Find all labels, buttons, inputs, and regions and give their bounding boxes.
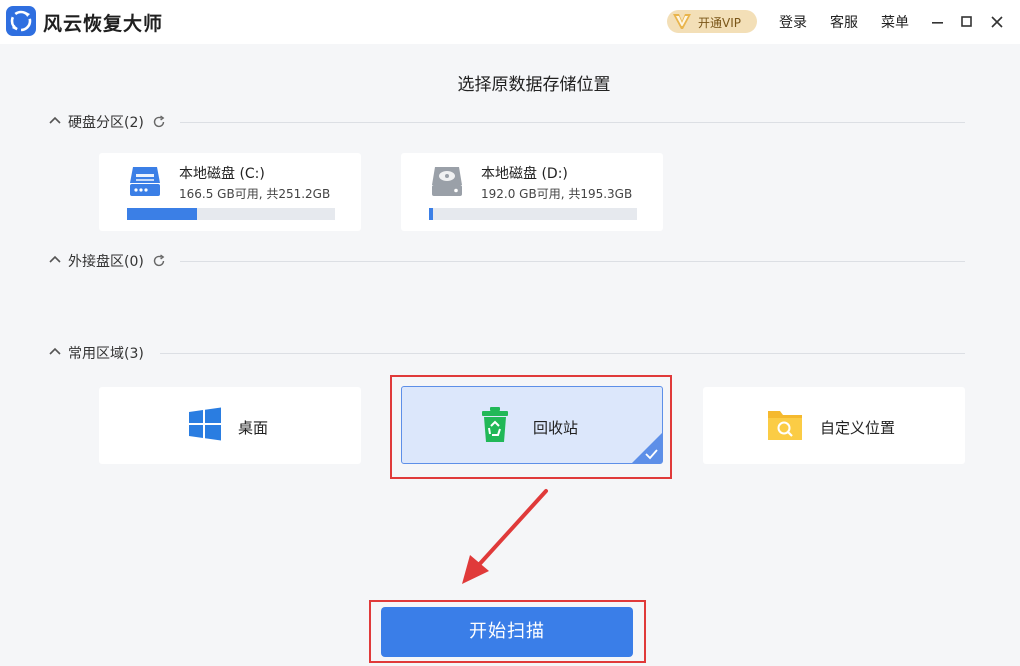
close-icon xyxy=(991,16,1003,28)
vip-crown-icon xyxy=(673,14,691,29)
disk-usage-fill xyxy=(429,208,433,220)
disk-capacity: 166.5 GB可用, 共251.2GB xyxy=(179,187,331,201)
chevron-up-icon xyxy=(49,347,61,355)
app-title: 风云恢复大师 xyxy=(43,13,164,35)
page-title: 选择原数据存储位置 xyxy=(457,75,611,95)
close-button[interactable] xyxy=(985,10,1009,34)
disk-capacity: 192.0 GB可用, 共195.3GB xyxy=(481,187,633,201)
vip-button[interactable]: 开通VIP xyxy=(667,10,757,33)
chevron-up-icon xyxy=(49,255,61,263)
login-link[interactable]: 登录 xyxy=(779,12,807,32)
refresh-icon[interactable] xyxy=(152,115,166,129)
disk-usage-fill xyxy=(127,208,198,220)
area-label: 自定义位置 xyxy=(820,419,896,437)
hard-drive-icon xyxy=(432,167,462,196)
minimize-icon xyxy=(932,22,943,24)
area-label: 桌面 xyxy=(238,419,269,437)
area-card-custom-location[interactable]: 自定义位置 xyxy=(703,387,965,464)
section-external-label: 外接盘区(0) xyxy=(68,254,144,270)
disk-card-d[interactable]: 本地磁盘 (D:) 192.0 GB可用, 共195.3GB xyxy=(401,153,663,231)
area-card-desktop[interactable]: 桌面 xyxy=(99,387,361,464)
start-scan-button[interactable]: 开始扫描 xyxy=(381,607,633,657)
area-card-recycle-bin[interactable]: 回收站 xyxy=(401,386,663,464)
disk-name: 本地磁盘 (D:) xyxy=(481,166,568,182)
disk-usage-bar xyxy=(127,208,335,220)
maximize-button[interactable] xyxy=(955,10,979,34)
folder-search-icon xyxy=(768,411,802,440)
disk-usage-bar xyxy=(429,208,637,220)
section-common-label: 常用区域(3) xyxy=(68,346,144,362)
hard-drive-icon xyxy=(130,167,160,196)
maximize-icon xyxy=(961,16,972,27)
recycle-bin-icon xyxy=(482,407,508,442)
disk-name: 本地磁盘 (C:) xyxy=(179,166,265,182)
refresh-icon[interactable] xyxy=(152,254,166,268)
section-external-header[interactable]: 外接盘区(0) xyxy=(48,251,178,271)
minimize-button[interactable] xyxy=(926,10,950,34)
section-disks-header[interactable]: 硬盘分区(2) xyxy=(48,112,178,132)
section-divider xyxy=(160,353,965,354)
section-disks-label: 硬盘分区(2) xyxy=(68,115,144,131)
selected-check-icon xyxy=(632,433,662,463)
area-label: 回收站 xyxy=(533,419,579,437)
menu-link[interactable]: 菜单 xyxy=(881,12,909,32)
windows-icon xyxy=(189,407,221,441)
section-divider xyxy=(180,261,965,262)
title-bar: 风云恢复大师 开通VIP 登录 客服 菜单 xyxy=(0,0,1020,44)
section-common-header[interactable]: 常用区域(3) xyxy=(48,343,158,363)
chevron-up-icon xyxy=(49,116,61,124)
vip-label: 开通VIP xyxy=(698,16,741,30)
section-divider xyxy=(180,122,965,123)
disk-card-c[interactable]: 本地磁盘 (C:) 166.5 GB可用, 共251.2GB xyxy=(99,153,361,231)
app-logo-icon xyxy=(6,6,36,36)
annotation-arrow xyxy=(462,489,548,584)
service-link[interactable]: 客服 xyxy=(830,12,858,32)
